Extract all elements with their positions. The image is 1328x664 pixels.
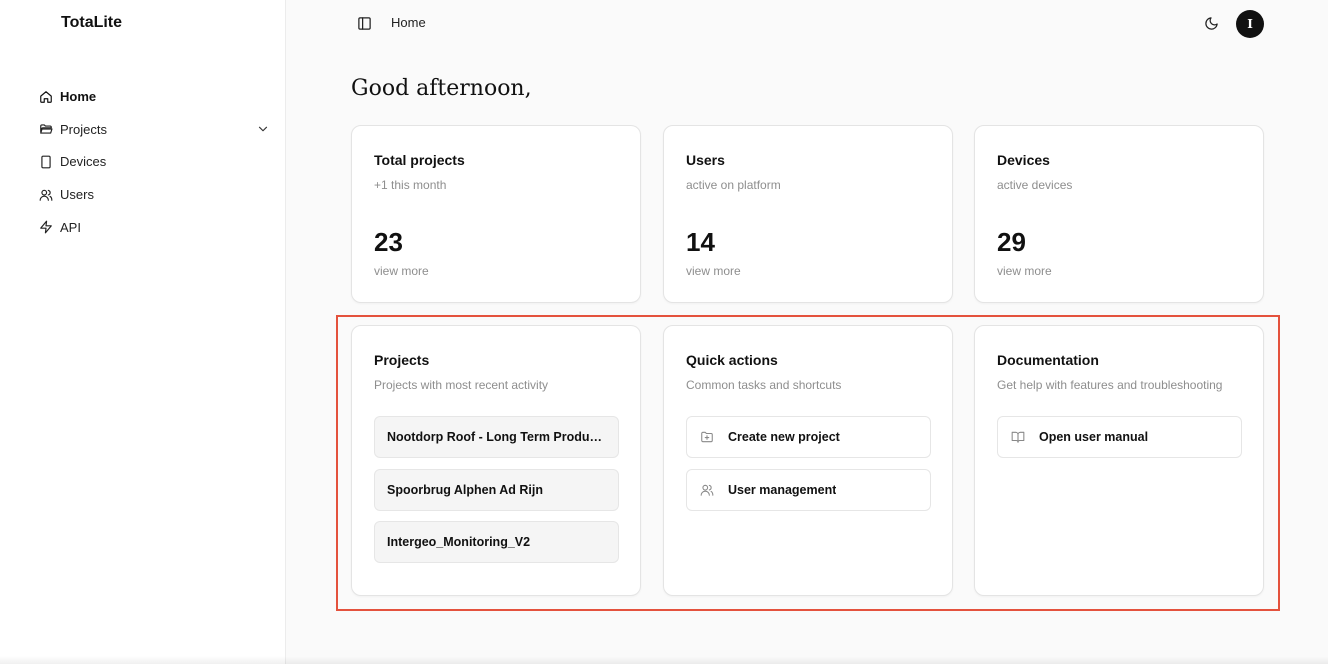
project-item[interactable]: Nootdorp Roof - Long Term Production Mon…	[374, 416, 619, 458]
users-icon	[699, 482, 715, 498]
chevron-down-icon[interactable]	[256, 122, 270, 136]
sidebar-toggle-icon[interactable]	[356, 15, 372, 31]
view-more-link[interactable]: view more	[997, 264, 1052, 278]
stat-value: 29	[997, 227, 1026, 257]
greeting-heading: Good afternoon,	[351, 76, 532, 101]
stat-value: 23	[374, 227, 403, 257]
sidebar-item-devices[interactable]: Devices	[38, 151, 270, 172]
card-subtitle: active on platform	[686, 178, 781, 192]
button-label: Create new project	[728, 430, 840, 444]
card-subtitle: active devices	[997, 178, 1073, 192]
sidebar-item-label: Devices	[60, 154, 107, 170]
view-more-link[interactable]: view more	[686, 264, 741, 278]
device-icon	[38, 154, 54, 170]
stat-card-devices: Devices active devices 29 view more	[974, 125, 1264, 303]
card-title: Projects	[374, 352, 430, 368]
zap-icon	[38, 219, 54, 235]
card-subtitle: Get help with features and troubleshooti…	[997, 378, 1223, 392]
sidebar-item-home[interactable]: Home	[38, 86, 270, 107]
book-open-icon	[1010, 429, 1026, 445]
projects-card: Projects Projects with most recent activ…	[351, 325, 641, 596]
card-title: Total projects	[374, 152, 465, 168]
sidebar-item-api[interactable]: API	[38, 217, 270, 238]
documentation-card: Documentation Get help with features and…	[974, 325, 1264, 596]
card-subtitle: Common tasks and shortcuts	[686, 378, 842, 392]
page-title: Home	[391, 15, 426, 30]
stat-card-users: Users active on platform 14 view more	[663, 125, 953, 303]
card-title: Devices	[997, 152, 1050, 168]
card-subtitle: Projects with most recent activity	[374, 378, 549, 392]
create-new-project-button[interactable]: Create new project	[686, 416, 931, 458]
project-item-label: Spoorbrug Alphen Ad Rijn	[387, 483, 543, 497]
folder-icon	[38, 121, 54, 137]
bottom-shadow	[0, 656, 1328, 664]
home-icon	[38, 89, 54, 105]
button-label: User management	[728, 483, 837, 497]
moon-icon[interactable]	[1203, 15, 1219, 31]
card-title: Users	[686, 152, 725, 168]
sidebar: TotaLite Home Projects Devices Users API	[0, 0, 286, 664]
sidebar-item-users[interactable]: Users	[38, 184, 270, 205]
users-icon	[38, 187, 54, 203]
sidebar-item-label: Home	[60, 89, 97, 104]
folder-plus-icon	[699, 429, 715, 445]
button-label: Open user manual	[1039, 430, 1149, 444]
stat-value: 14	[686, 227, 715, 257]
avatar[interactable]: I	[1236, 10, 1264, 38]
sidebar-nav: Home Projects Devices Users API	[38, 86, 270, 249]
project-item[interactable]: Intergeo_Monitoring_V2	[374, 521, 619, 563]
card-subtitle: +1 this month	[374, 178, 447, 192]
open-user-manual-button[interactable]: Open user manual	[997, 416, 1242, 458]
project-item-label: Intergeo_Monitoring_V2	[387, 535, 531, 549]
card-title: Quick actions	[686, 352, 778, 368]
sidebar-item-label: API	[60, 219, 81, 235]
quick-actions-card: Quick actions Common tasks and shortcuts…	[663, 325, 953, 596]
card-title: Documentation	[997, 352, 1099, 368]
view-more-link[interactable]: view more	[374, 264, 429, 278]
sidebar-item-label: Users	[60, 187, 94, 203]
stat-card-total-projects: Total projects +1 this month 23 view mor…	[351, 125, 641, 303]
user-management-button[interactable]: User management	[686, 469, 931, 511]
sidebar-item-projects[interactable]: Projects	[38, 119, 270, 140]
sidebar-item-label: Projects	[60, 121, 107, 137]
project-item[interactable]: Spoorbrug Alphen Ad Rijn	[374, 469, 619, 511]
brand-logo[interactable]: TotaLite	[61, 14, 122, 32]
project-item-label: Nootdorp Roof - Long Term Production Mon…	[387, 430, 606, 444]
